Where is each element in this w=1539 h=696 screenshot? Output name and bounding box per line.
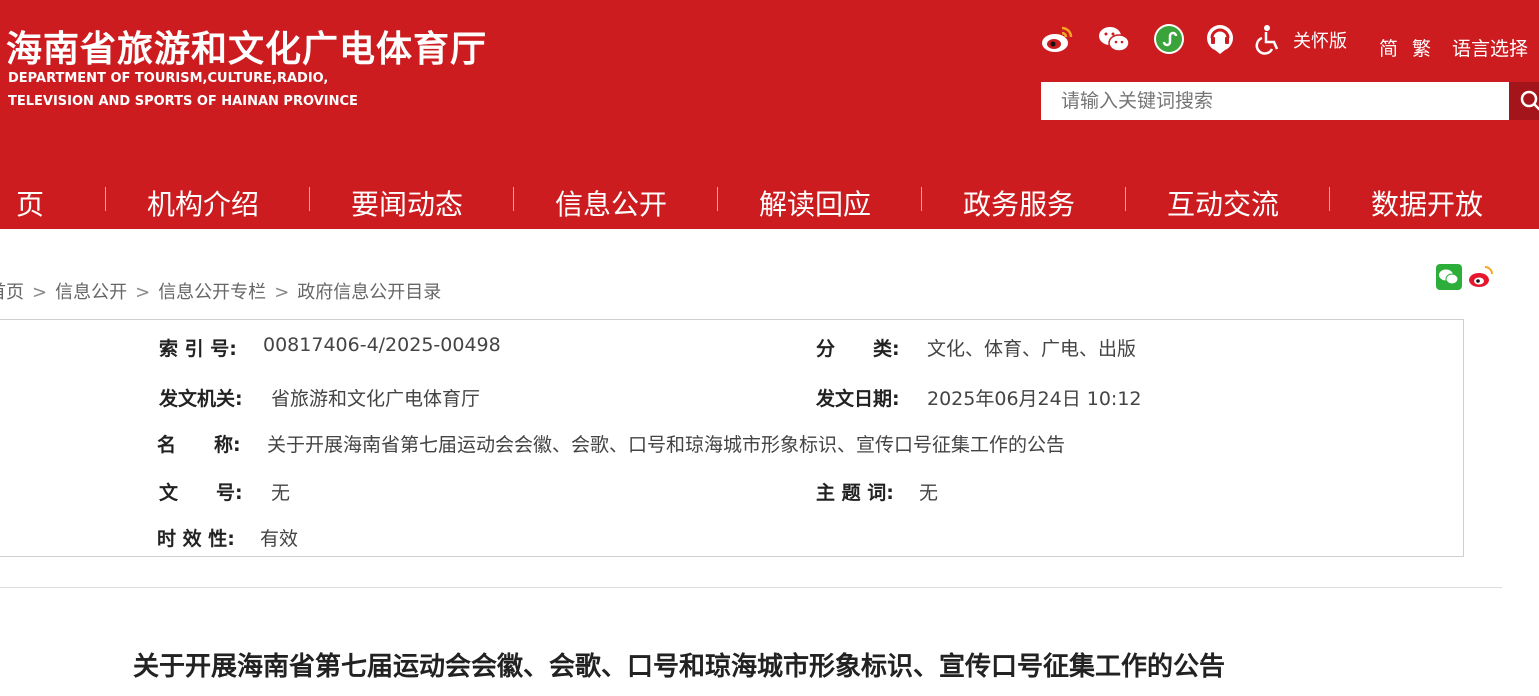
breadcrumb-separator: > (274, 282, 290, 303)
meta-category-label: 分 类: (816, 338, 900, 360)
meta-validity-value: 有效 (260, 528, 299, 550)
document-title: 关于开展海南省第七届运动会会徽、会歌、口号和琼海城市形象标识、宣传口号征集工作的… (133, 652, 1226, 682)
weibo-share-icon[interactable] (1468, 264, 1494, 290)
meta-date-label: 发文日期: (816, 388, 900, 410)
content-divider (0, 587, 1502, 588)
meta-subject-label: 主 题 词: (816, 482, 894, 504)
search-button[interactable] (1509, 82, 1539, 120)
breadcrumb-catalog[interactable]: 政府信息公开目录 (297, 282, 441, 303)
nav-item-interpretation[interactable]: 解读回应 (759, 183, 871, 223)
nav-item-services[interactable]: 政务服务 (963, 183, 1075, 223)
meta-index-label: 索 引 号: (159, 338, 237, 360)
nav-item-news[interactable]: 要闻动态 (351, 183, 463, 223)
nav-item-interaction[interactable]: 互动交流 (1167, 183, 1279, 223)
mini-program-icon[interactable] (1152, 22, 1186, 56)
nav-divider (105, 187, 106, 211)
site-header: 海南省旅游和文化广电体育厅 DEPARTMENT OF TOURISM,CULT… (0, 0, 1539, 229)
nav-divider (921, 187, 922, 211)
meta-name-label: 名 称: (157, 434, 241, 456)
lang-select-link[interactable]: 语言选择 (1452, 34, 1528, 61)
lang-simplified-link[interactable]: 简 (1379, 34, 1398, 61)
search-icon (1520, 90, 1539, 111)
care-version-link[interactable]: 关怀版 (1293, 27, 1347, 53)
meta-docno-value: 无 (271, 482, 291, 504)
meta-docno-label: 文 号: (159, 482, 243, 504)
meta-issuer-label: 发文机关: (159, 388, 243, 410)
wechat-icon[interactable] (1097, 22, 1131, 56)
breadcrumb-separator: > (32, 282, 48, 303)
site-subtitle-line1: DEPARTMENT OF TOURISM,CULTURE,RADIO, (8, 71, 329, 86)
search-input[interactable] (1041, 82, 1509, 120)
meta-issuer-value: 省旅游和文化广电体育厅 (271, 388, 481, 410)
meta-category-value: 文化、体育、广电、出版 (927, 338, 1137, 360)
meta-index-value: 00817406-4/2025-00498 (263, 334, 501, 356)
site-title[interactable]: 海南省旅游和文化广电体育厅 (6, 20, 487, 72)
nav-item-open-data[interactable]: 数据开放 (1371, 183, 1483, 223)
nav-divider (1125, 187, 1126, 211)
document-meta-table: 索 引 号: 00817406-4/2025-00498 分 类: 文化、体育、… (0, 319, 1464, 557)
nav-item-disclosure[interactable]: 信息公开 (555, 183, 667, 223)
nav-divider (717, 187, 718, 211)
nav-divider (1329, 187, 1330, 211)
accessibility-icon[interactable] (1252, 22, 1286, 56)
nav-divider (309, 187, 310, 211)
breadcrumb-home[interactable]: 首页 (0, 282, 24, 303)
main-nav: 页 机构介绍 要闻动态 信息公开 解读回应 政务服务 互动交流 数据开放 (0, 174, 1539, 229)
site-subtitle-line2: TELEVISION AND SPORTS OF HAINAN PROVINCE (8, 94, 358, 109)
nav-divider (513, 187, 514, 211)
meta-validity-label: 时 效 性: (157, 528, 235, 550)
meta-name-value: 关于开展海南省第七届运动会会徽、会歌、口号和琼海城市形象标识、宣传口号征集工作的… (267, 434, 1066, 456)
meta-subject-value: 无 (919, 482, 939, 504)
breadcrumb: 首页 > 信息公开 > 信息公开专栏 > 政府信息公开目录 (0, 278, 441, 304)
lang-traditional-link[interactable]: 繁 (1412, 34, 1431, 61)
nav-item-home[interactable]: 页 (16, 183, 44, 223)
breadcrumb-separator: > (135, 282, 151, 303)
weibo-icon[interactable] (1040, 22, 1074, 56)
breadcrumb-disclosure-column[interactable]: 信息公开专栏 (158, 282, 266, 303)
meta-date-value: 2025年06月24日 10:12 (927, 388, 1142, 410)
breadcrumb-disclosure[interactable]: 信息公开 (55, 282, 127, 303)
search-box (1041, 82, 1509, 120)
app-icon[interactable] (1203, 22, 1237, 56)
nav-item-org[interactable]: 机构介绍 (147, 183, 259, 223)
wechat-share-icon[interactable] (1436, 264, 1462, 290)
